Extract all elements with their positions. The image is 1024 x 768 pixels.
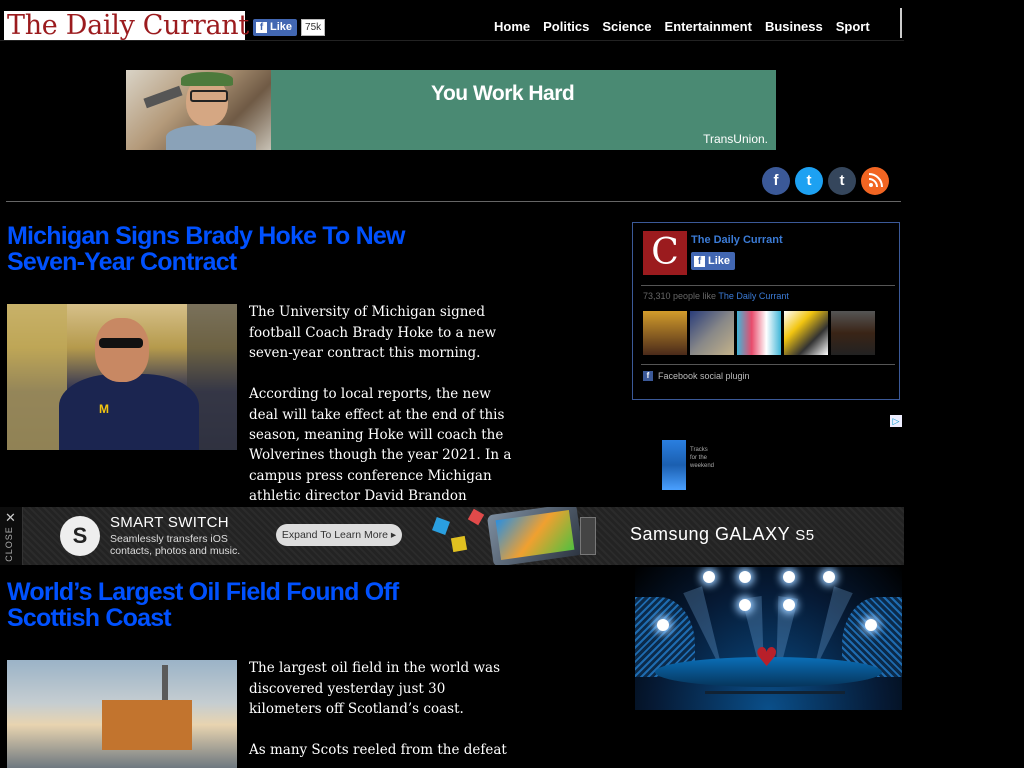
- sticky-ad-brand-model: S5: [795, 527, 815, 544]
- like-count-text: 73,310 people like The Daily Currant: [643, 291, 789, 301]
- facebook-like-label: Like: [270, 21, 293, 33]
- nav-entertainment[interactable]: Entertainment: [665, 19, 752, 34]
- adchoices-icon[interactable]: ▷: [890, 415, 902, 427]
- widget-divider: [641, 364, 895, 365]
- twitter-icon[interactable]: t: [795, 167, 823, 195]
- facebook-like-widget: f Like 75k: [253, 19, 326, 36]
- widget-divider: [641, 285, 895, 286]
- article-image[interactable]: M: [7, 304, 237, 450]
- site-logo[interactable]: The Daily Currant: [4, 10, 249, 41]
- facebook-icon[interactable]: f: [762, 167, 790, 195]
- stage-light: [865, 619, 877, 631]
- article-paragraph: The University of Michigan signed footba…: [249, 304, 497, 361]
- banner-ad-brand: TransUnion.: [703, 132, 768, 146]
- nav-politics[interactable]: Politics: [543, 19, 589, 34]
- close-label: CLOSE: [3, 526, 14, 562]
- sticky-ad-body: S SMART SWITCH Seamlessly transfers iOS …: [22, 507, 904, 565]
- nav-science[interactable]: Science: [602, 19, 651, 34]
- nav-sport[interactable]: Sport: [836, 19, 870, 34]
- article-paragraph: As many Scots reeled from the defeat: [249, 742, 507, 758]
- facebook-like-label: Like: [708, 254, 731, 267]
- banner-ad-headline: You Work Hard: [431, 82, 575, 105]
- close-icon: ✕: [5, 510, 16, 525]
- sticky-ad-subtitle: Seamlessly transfers iOS contacts, photo…: [110, 533, 241, 557]
- header-divider: [0, 40, 904, 41]
- sticky-ad-title: SMART SWITCH: [110, 514, 229, 531]
- site-logo-text: The Daily Currant: [7, 10, 249, 41]
- article-paragraph: According to local reports, the new deal…: [249, 386, 505, 443]
- smart-switch-icon: S: [60, 516, 100, 556]
- content-divider: [6, 201, 901, 202]
- sidebar-ad-image: [662, 440, 686, 490]
- nav-divider: [896, 8, 902, 38]
- rss-icon[interactable]: [861, 167, 889, 195]
- facebook-icon: f: [643, 371, 653, 381]
- tumblr-icon[interactable]: t: [828, 167, 856, 195]
- article-paragraph: The largest oil field in the world was d…: [249, 660, 500, 717]
- sidebar-ad-text: Tracks for the weekend: [690, 447, 715, 469]
- banner-ad[interactable]: You Work Hard TransUnion.: [126, 70, 776, 150]
- heart-icon: ♥: [755, 643, 779, 673]
- stage-light: [783, 599, 795, 611]
- sticky-ad-brand: Samsung GALAXY S5: [630, 524, 815, 545]
- facebook-icon: f: [256, 22, 267, 33]
- fine-print: [705, 691, 845, 694]
- fan-avatar[interactable]: [737, 311, 781, 355]
- plugin-label: Facebook social plugin: [658, 371, 750, 381]
- facebook-icon: f: [694, 255, 705, 267]
- sticky-ad-brand-name: Samsung GALAXY: [630, 524, 790, 544]
- sticky-ad[interactable]: S SMART SWITCH Seamlessly transfers iOS …: [0, 507, 904, 565]
- article-title[interactable]: World’s Largest Oil Field Found Off Scot…: [7, 579, 437, 631]
- facebook-like-button[interactable]: f Like: [691, 252, 736, 270]
- sticky-ad-phone-image: [430, 507, 600, 565]
- fan-avatar[interactable]: [831, 311, 875, 355]
- stage-light: [703, 571, 715, 583]
- facebook-like-button[interactable]: f Like: [253, 19, 298, 36]
- banner-ad-photo: [126, 70, 271, 150]
- stage-light: [739, 571, 751, 583]
- rss-icon-glyph: [868, 173, 883, 188]
- main-nav: Home Politics Science Entertainment Busi…: [494, 19, 870, 34]
- article-image[interactable]: [7, 660, 237, 768]
- stage-light: [823, 571, 835, 583]
- article-title[interactable]: Michigan Signs Brady Hoke To New Seven-Y…: [7, 223, 437, 275]
- nav-home[interactable]: Home: [494, 19, 530, 34]
- page-avatar[interactable]: C: [643, 231, 687, 275]
- page-name-link[interactable]: The Daily Currant: [718, 291, 789, 301]
- expand-ad-button[interactable]: Expand To Learn More ▸: [276, 524, 402, 546]
- stage-light: [657, 619, 669, 631]
- sidebar-ad[interactable]: Tracks for the weekend: [662, 440, 714, 490]
- nav-business[interactable]: Business: [765, 19, 823, 34]
- stage-light: [739, 599, 751, 611]
- page-name-link[interactable]: The Daily Currant: [691, 234, 783, 246]
- fan-avatar[interactable]: [690, 311, 734, 355]
- facebook-page-widget: C The Daily Currant f Like 73,310 people…: [632, 222, 900, 400]
- stage-light: [783, 571, 795, 583]
- like-count: 73,310 people like: [643, 291, 717, 301]
- close-ad-button[interactable]: ✕ CLOSE: [0, 507, 23, 565]
- fan-avatar[interactable]: [643, 311, 687, 355]
- concert-ad[interactable]: ♥: [635, 567, 902, 710]
- facebook-plugin-label: f Facebook social plugin: [643, 371, 750, 381]
- facebook-like-count: 75k: [301, 19, 326, 36]
- fan-avatar[interactable]: [784, 311, 828, 355]
